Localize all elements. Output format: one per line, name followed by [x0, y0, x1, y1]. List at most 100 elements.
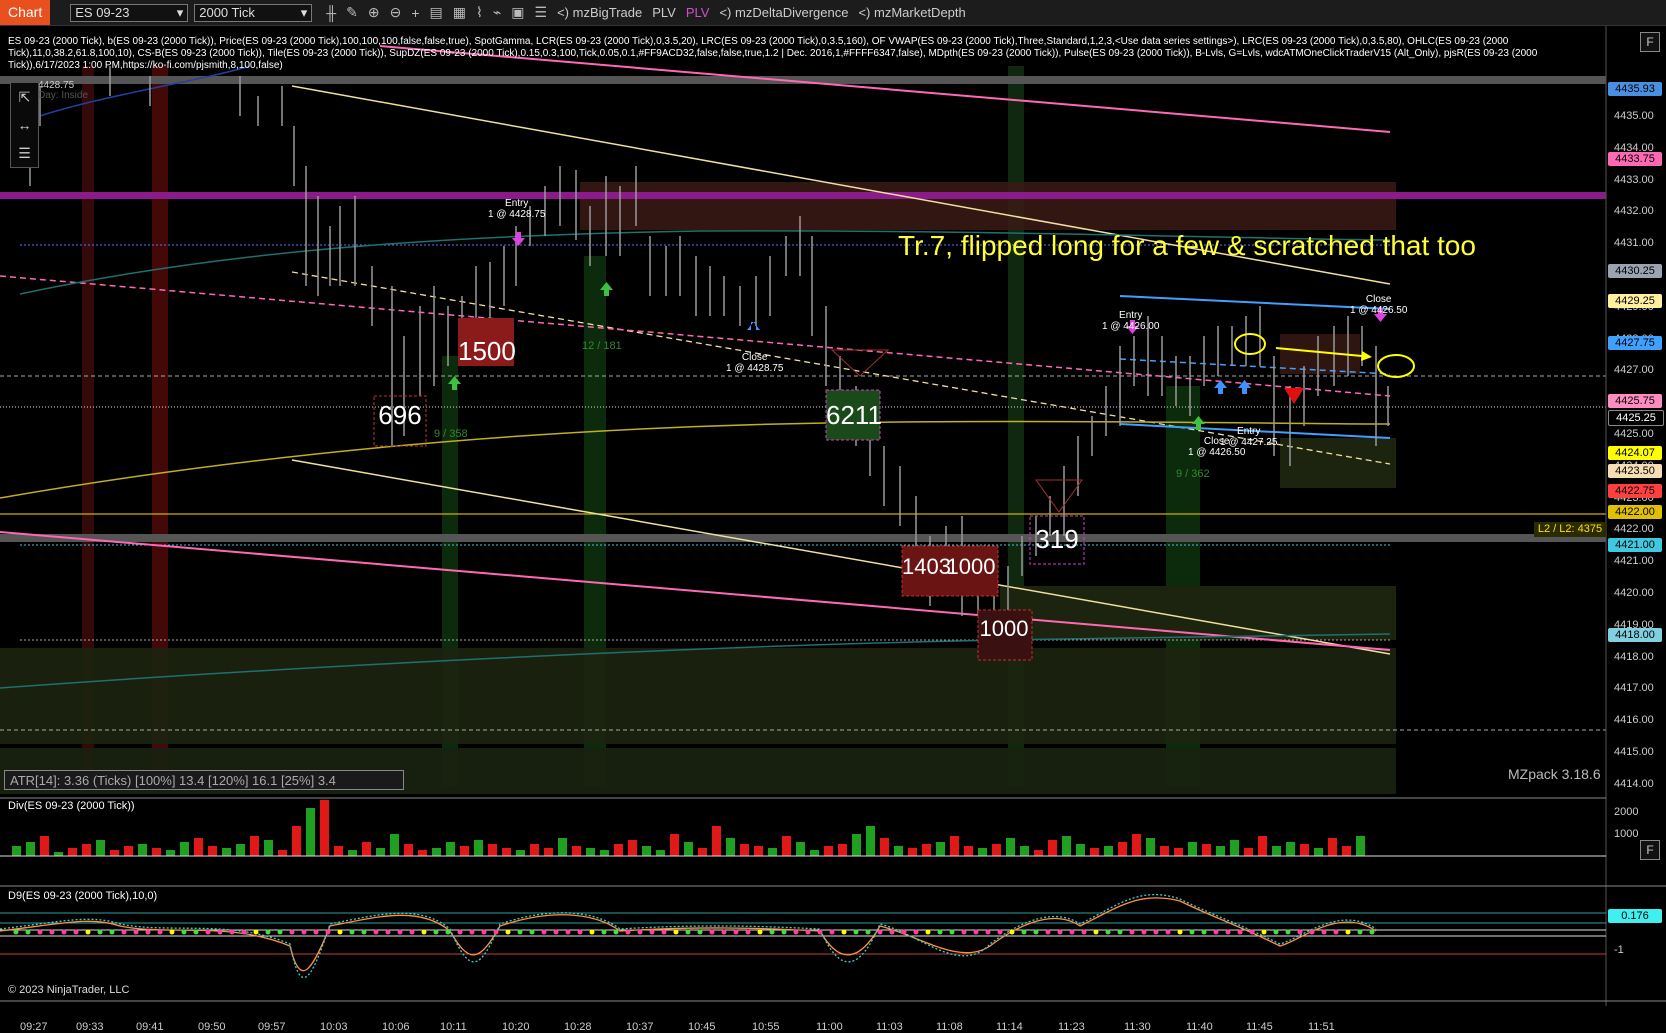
- price-tag: 4422.75: [1608, 484, 1662, 498]
- chart-canvas: [0, 26, 1666, 1006]
- price-axis-label: 4415.00: [1614, 746, 1654, 758]
- chart-toolbar: Chart ES 09-23 ▾ 2000 Tick ▾ ╫ ✎ ⊕ ⊖ + ▤ ▦…: [0, 0, 1666, 26]
- expand-icon[interactable]: ⇱: [11, 83, 38, 111]
- chart-tab[interactable]: Chart: [0, 0, 51, 25]
- price-tag: 4421.00: [1608, 538, 1662, 552]
- instrument-value: ES 09-23: [75, 4, 130, 20]
- vertical-toolbar: ⇱ ↔ ☰: [10, 82, 39, 168]
- toolbar-item-plv[interactable]: PLV: [652, 5, 676, 20]
- time-axis-label: 09:33: [76, 1021, 104, 1033]
- price-tag: 4418.00: [1608, 628, 1662, 642]
- price-tag: 4425.25: [1608, 410, 1664, 426]
- price-axis-label: 4422.00: [1614, 523, 1654, 536]
- time-axis-label: 10:06: [382, 1021, 410, 1033]
- price-tag: 4424.07: [1608, 446, 1662, 460]
- time-axis-label: 11:23: [1058, 1021, 1085, 1033]
- price-tag: 4422.00: [1608, 505, 1662, 519]
- trade-close-label: Close 1 @ 4428.75: [726, 352, 784, 374]
- chevron-down-icon: ▾: [176, 4, 184, 20]
- price-tag: 4423.50: [1608, 464, 1662, 478]
- trade-annotation: Tr.7, flipped long for a few & scratched…: [898, 230, 1476, 261]
- horizontal-arrows-icon[interactable]: ↔: [11, 111, 38, 139]
- drawing-tool-icon[interactable]: ✎: [346, 4, 358, 21]
- time-axis-label: 10:20: [502, 1021, 530, 1033]
- price-axis-label: 4414.00: [1614, 777, 1654, 790]
- big-trade-value: 319: [1035, 524, 1079, 554]
- chart-area[interactable]: ES 09-23 (2000 Tick), b(ES 09-23 (2000 T…: [0, 26, 1666, 1033]
- div-axis-label: 1000: [1614, 828, 1639, 840]
- time-axis-label: 09:27: [20, 1021, 48, 1033]
- price-axis-label: 4433.00: [1614, 173, 1654, 186]
- f-button[interactable]: F: [1640, 32, 1660, 52]
- d9-value-tag: 0.176: [1608, 909, 1662, 923]
- d9-panel-title: D9(ES 09-23 (2000 Tick),10,0): [8, 890, 158, 902]
- zoom-in-icon[interactable]: ⊕: [368, 4, 380, 21]
- count-label: 12 / 181: [582, 340, 622, 352]
- copyright: © 2023 NinjaTrader, LLC: [8, 984, 130, 996]
- time-axis-label: 10:03: [320, 1021, 348, 1033]
- indicators-icon[interactable]: ⌇: [476, 4, 483, 21]
- price-axis-label: 4427.00: [1614, 364, 1654, 377]
- trade-close-label: Close 1 @ 4426.50: [1188, 436, 1246, 458]
- toolbar-item-label: mzDeltaDivergence: [735, 5, 849, 20]
- price-axis-label: 4425.00: [1614, 428, 1654, 440]
- price-axis-label: 4418.00: [1614, 650, 1654, 663]
- toolbar-item-mzbigtrade[interactable]: <) mzBigTrade: [557, 5, 642, 20]
- bar-type-icon[interactable]: ╫: [326, 5, 336, 21]
- trade-entry-label: Entry 1 @ 4426.00: [1102, 310, 1160, 332]
- trade-close-label: Close 1 @ 4426.50: [1350, 294, 1408, 316]
- time-axis-label: 10:28: [564, 1021, 592, 1033]
- toolbar-item-mzmarketdepth[interactable]: <) mzMarketDepth: [858, 5, 965, 20]
- price-tag: 4427.75: [1608, 336, 1662, 350]
- price-tag: 4430.25: [1608, 264, 1662, 278]
- price-axis-label: 4421.00: [1614, 555, 1654, 568]
- count-label: 9 / 358: [434, 428, 468, 440]
- big-trade-value: 1403: [902, 554, 951, 579]
- order-entry-icon[interactable]: ☰: [535, 4, 548, 21]
- templates-icon[interactable]: ▣: [511, 4, 524, 21]
- big-trade-value: 696: [378, 400, 422, 430]
- time-axis-label: 11:30: [1124, 1021, 1151, 1033]
- time-axis-label: 11:51: [1308, 1021, 1335, 1033]
- trade-entry-label: Entry 1 @ 4428.75: [488, 198, 546, 220]
- time-axis-label: 10:11: [440, 1021, 467, 1033]
- price-axis-label: 4416.00: [1614, 714, 1654, 727]
- time-axis-label: 10:45: [688, 1021, 716, 1033]
- time-axis-label: 11:45: [1246, 1021, 1273, 1033]
- div-axis-label: 2000: [1614, 806, 1639, 818]
- zoom-out-icon[interactable]: ⊖: [390, 4, 402, 21]
- big-trade-value: 1000: [946, 554, 996, 579]
- time-axis-label: 09:50: [198, 1021, 226, 1033]
- time-axis-label: 09:41: [136, 1021, 164, 1033]
- big-trade-value: 1500: [458, 336, 516, 366]
- big-trade-value: 1000: [979, 616, 1029, 641]
- price-tag: 4425.75: [1608, 394, 1662, 408]
- toolbar-item-mzdeltadivergence[interactable]: <) mzDeltaDivergence: [719, 5, 848, 20]
- count-label: 9 / 362: [1176, 468, 1210, 480]
- toolbar-item-label: mzMarketDepth: [874, 5, 966, 20]
- crosshair-icon[interactable]: +: [411, 5, 419, 21]
- time-axis-label: 11:14: [996, 1021, 1023, 1033]
- mzpack-version: MZpack 3.18.6: [1508, 766, 1601, 782]
- price-tag: 4429.25: [1608, 294, 1662, 308]
- time-axis-label: 10:37: [626, 1021, 654, 1033]
- interval-selector[interactable]: 2000 Tick ▾: [194, 3, 313, 22]
- menu-icon[interactable]: ☰: [11, 139, 38, 167]
- properties-icon[interactable]: ▤: [430, 4, 443, 21]
- d9-axis-label: -1: [1614, 944, 1624, 956]
- data-box-icon[interactable]: ▦: [453, 4, 466, 21]
- price-axis-label: 4417.00: [1614, 682, 1654, 695]
- day-type: Day: Inside: [38, 90, 89, 101]
- toolbar-item-label: mzBigTrade: [572, 5, 643, 20]
- strategies-icon[interactable]: ⌁: [493, 4, 501, 21]
- price-axis-label: 4435.00: [1614, 110, 1654, 122]
- time-axis-label: 10:55: [752, 1021, 780, 1033]
- atr-readout: ATR[14]: 3.36 (Ticks) [100%] 13.4 [120%]…: [4, 770, 404, 790]
- interval-value: 2000 Tick: [199, 4, 255, 20]
- instrument-selector[interactable]: ES 09-23 ▾: [70, 3, 189, 22]
- toolbar-item-plv-active[interactable]: PLV: [686, 5, 710, 20]
- time-axis-label: 09:57: [258, 1021, 286, 1033]
- price-axis-label: 4432.00: [1614, 205, 1654, 218]
- f-button[interactable]: F: [1640, 840, 1660, 860]
- div-panel-title: Div(ES 09-23 (2000 Tick)): [8, 800, 135, 812]
